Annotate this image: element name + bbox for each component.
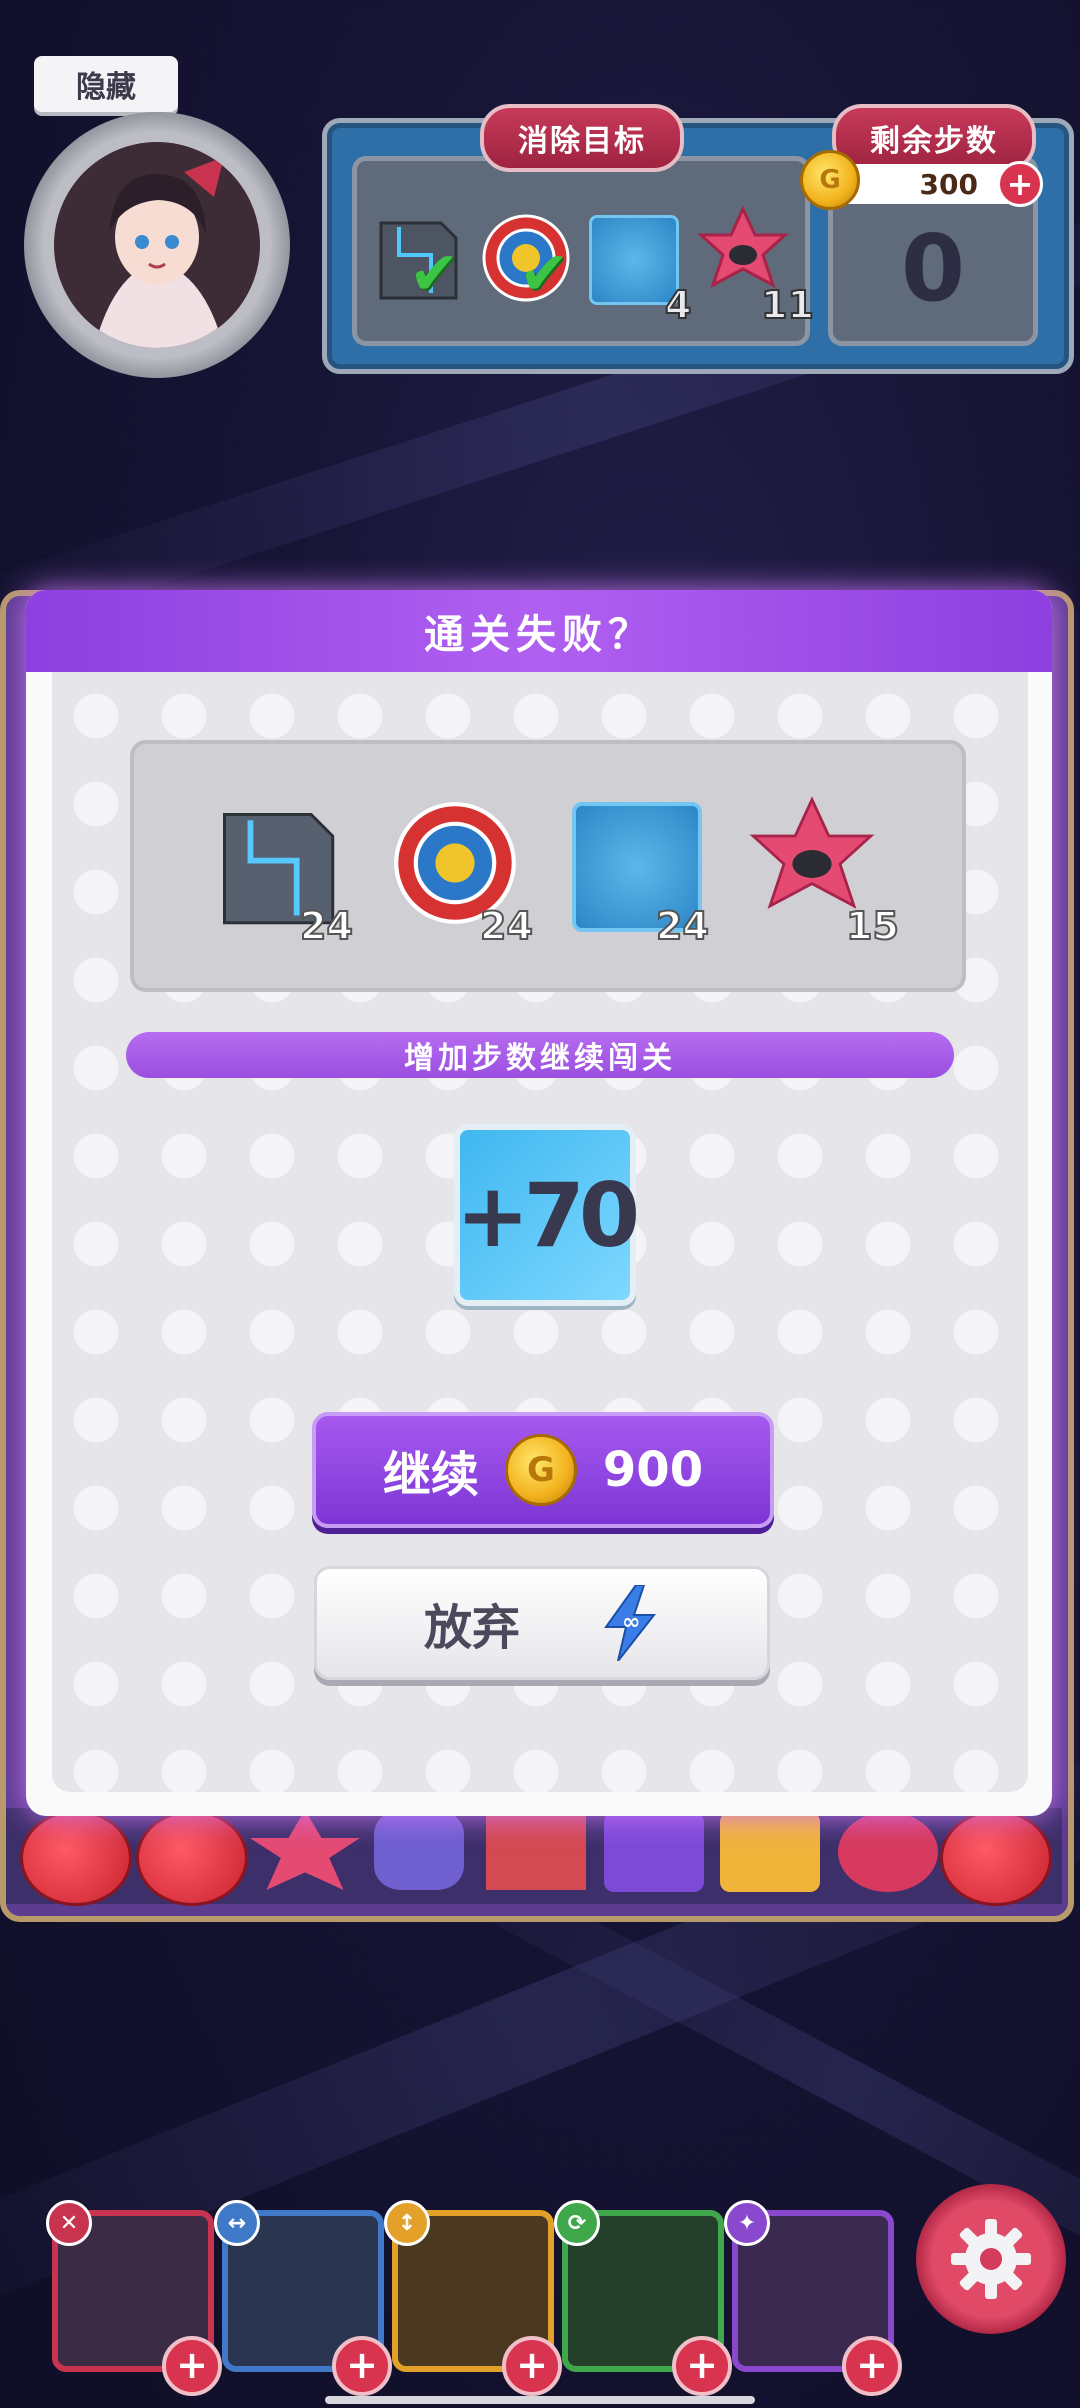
coin-icon: G	[504, 1434, 577, 1506]
red-blob-tile	[20, 1810, 132, 1906]
settings-button[interactable]	[916, 2184, 1066, 2334]
wand-icon: ✦	[724, 2200, 770, 2246]
red-blob-tile	[940, 1810, 1052, 1906]
box-tile	[486, 1814, 586, 1890]
check-icon: ✔	[409, 239, 460, 309]
add-character-button[interactable]: +	[502, 2336, 562, 2396]
steps-remaining: 0	[900, 214, 965, 322]
goal-count-target: 24	[479, 903, 534, 949]
continue-button[interactable]: 继续 G 900	[312, 1412, 774, 1528]
avatar-portrait	[54, 142, 260, 348]
coin-icon: G	[800, 150, 860, 210]
character-tile	[604, 1812, 704, 1892]
add-character-button[interactable]: +	[672, 2336, 732, 2396]
character-tile	[374, 1810, 464, 1890]
add-coins-button[interactable]: +	[997, 161, 1043, 207]
coin-amount: 300	[919, 167, 978, 201]
steps-title: 剩余步数	[832, 104, 1036, 172]
hide-button[interactable]: 隐藏	[34, 56, 178, 112]
check-icon: ✔	[519, 239, 570, 309]
bonus-steps-card: +70	[454, 1124, 640, 1306]
moon-tile	[838, 1812, 938, 1892]
add-character-button[interactable]: +	[162, 2336, 222, 2396]
swap-horizontal-icon: ↔	[214, 2200, 260, 2246]
red-blob-tile	[136, 1810, 248, 1906]
goal-count-crate: 24	[299, 903, 354, 949]
girl-portrait-icon	[54, 142, 260, 348]
goal-count-star: 11	[760, 282, 815, 328]
remaining-goals: 24 24 24 15	[130, 740, 966, 992]
goal-count-ice: 24	[655, 903, 710, 949]
bonus-steps-value: +70	[455, 1163, 640, 1267]
dialog-title: 通关失败？	[26, 590, 1052, 672]
continue-price: 900	[602, 1442, 704, 1498]
close-icon: ✕	[46, 2200, 92, 2246]
goal-list: ✔ ✔ 4 11	[352, 156, 815, 346]
lightning-infinity-icon: ∞	[604, 1585, 657, 1661]
refresh-icon: ⟳	[554, 2200, 600, 2246]
continue-label: 继续	[382, 1447, 479, 1503]
goal-count-star: 15	[845, 903, 900, 949]
gear-icon	[951, 2219, 1031, 2299]
goal-title: 消除目标	[480, 104, 684, 172]
goal-count-ice: 4	[664, 282, 692, 328]
character-tile	[720, 1812, 820, 1892]
add-character-button[interactable]: +	[842, 2336, 902, 2396]
svg-text:∞: ∞	[622, 1610, 640, 1635]
swap-vertical-icon: ↕	[384, 2200, 430, 2246]
give-up-label: 放弃	[423, 1600, 520, 1656]
add-character-button[interactable]: +	[332, 2336, 392, 2396]
give-up-button[interactable]: 放弃 ∞	[314, 1566, 770, 1680]
home-indicator[interactable]	[325, 2396, 755, 2404]
add-steps-banner: 增加步数继续闯关	[126, 1032, 954, 1078]
player-avatar	[24, 112, 290, 378]
